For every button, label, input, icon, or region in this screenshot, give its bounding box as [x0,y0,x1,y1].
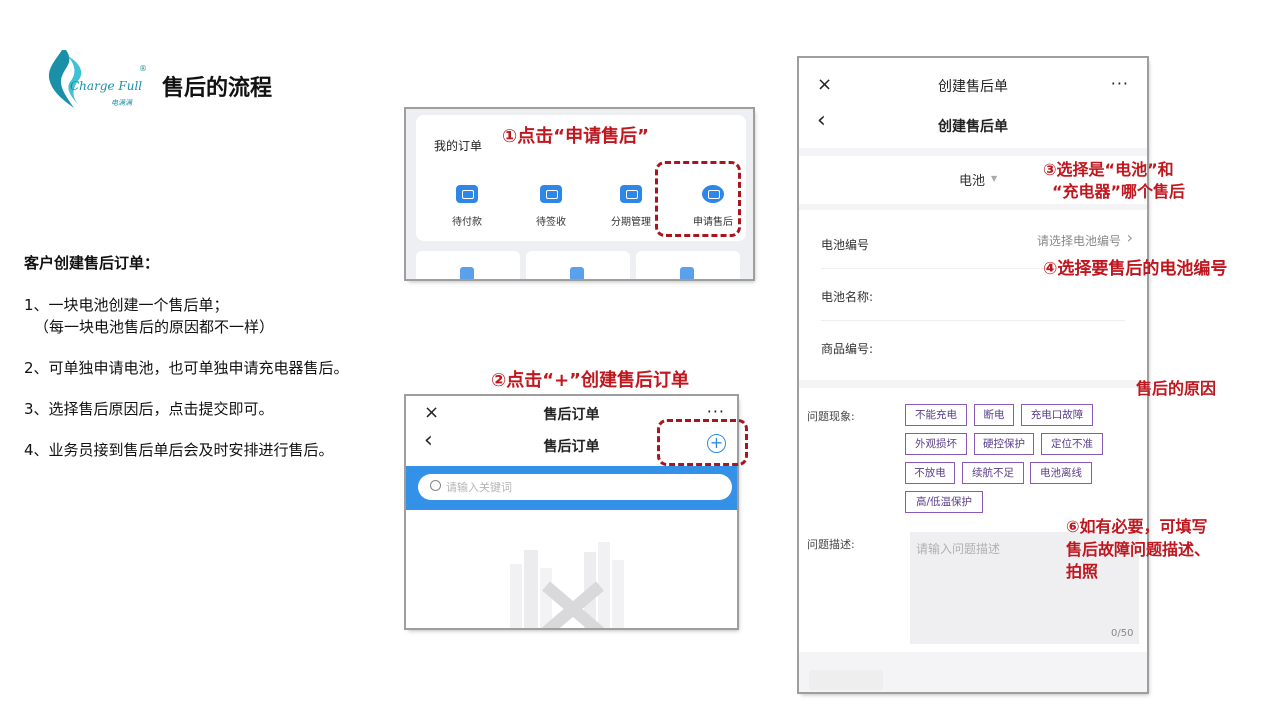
submit-button[interactable] [809,670,883,690]
menu-card [636,251,740,279]
type-selector-value[interactable]: 电池 [959,170,985,189]
form-title: 创建售后单 [938,119,1008,135]
document-icon [460,267,474,279]
annotation-step-3: “充电器”哪个售后 [1052,182,1186,201]
top-title: 创建售后单 [938,79,1008,95]
logo-registered: ® [139,64,147,73]
description-label: 问题描述: [807,538,855,551]
intro-step: 1、一块电池创建一个售后单； [24,296,229,314]
annotation-step-4: ④选择要售后的电池编号 [1043,259,1228,279]
issue-tag[interactable]: 续航不足 [962,462,1024,484]
annotation-step-6: 拍照 [1066,562,1099,581]
battery-number-label: 电池编号 [821,238,870,252]
issue-tag[interactable]: 不能充电 [905,404,967,426]
issue-tag[interactable]: 高/低温保护 [905,491,983,513]
box-icon [540,185,562,203]
chevron-down-icon[interactable]: ▼ [991,174,997,183]
issue-tag[interactable]: 定位不准 [1041,433,1103,455]
logo-text: Charge Full [70,79,143,93]
char-count: 0/50 [1111,628,1134,639]
issue-tag[interactable]: 硬控保护 [974,433,1034,455]
issue-tag[interactable]: 电池离线 [1030,462,1092,484]
calendar-icon [620,185,642,203]
issue-tag[interactable]: 外观损坏 [905,433,967,455]
user-icon [680,267,694,279]
search-bar [406,466,737,510]
highlight-apply-after-sales [655,161,741,237]
issue-tag[interactable]: 充电口故障 [1021,404,1093,426]
search-box[interactable] [418,474,732,500]
empty-state-icon [510,542,624,628]
menu-card [526,251,630,279]
battery-info-section: 电池编号 请选择电池编号 › 电池名称: 商品编号: [799,210,1147,380]
annotation-step-5: 售后的原因 [1136,379,1217,398]
intro-step: 2、可单独申请电池，也可单独申请充电器售后。 [24,359,349,377]
create-after-sales-screenshot: × 创建售后单 ··· ‹ 创建售后单 电池 ▼ 电池编号 请选择电池编号 › … [799,58,1147,692]
order-pending-receipt[interactable]: 待签收 [516,213,586,228]
intro-step: 4、业务员接到售后单后会及时安排进行售后。 [24,441,334,459]
highlight-add-button [657,419,748,466]
logo-subtext: 电满满 [111,99,132,107]
wallet-icon [456,185,478,203]
annotation-step-3: ③选择是“电池”和 [1043,160,1174,179]
annotation-step-6: 售后故障问题描述、 [1066,540,1211,559]
page-title: 售后的流程 [162,76,273,101]
battery-name-label: 电池名称: [821,290,874,304]
chevron-right-icon[interactable]: › [1127,228,1133,247]
search-icon [430,480,441,491]
issue-tag[interactable]: 不放电 [905,462,955,484]
issue-tag[interactable]: 断电 [974,404,1014,426]
my-orders-title: 我的订单 [434,139,483,153]
intro-step-note: （每一块电池售后的原因都不一样） [34,318,275,336]
annotation-step-2: ②点击“+”创建售后订单 [491,370,689,391]
product-number-label: 商品编号: [821,342,874,356]
search-input[interactable] [446,477,716,497]
annotation-step-6: ⑥如有必要，可填写 [1066,517,1208,536]
logo-mark-icon [48,50,82,108]
issue-label: 问题现象: [807,410,855,423]
intro-subtitle: 客户创建售后订单： [24,254,160,272]
intro-step: 3、选择售后原因后，点击提交即可。 [24,400,274,418]
menu-card [416,251,520,279]
brand-logo: ® Charge Full 电满满 [44,46,154,110]
battery-number-select[interactable]: 请选择电池编号 [1037,232,1121,249]
battery-icon [570,267,584,279]
row-divider [821,320,1125,321]
more-icon[interactable]: ··· [1111,74,1129,93]
order-pending-payment[interactable]: 待付款 [432,213,502,228]
intro-text: 客户创建售后订单： 1、一块电池创建一个售后单； （每一块电池售后的原因都不一样… [24,252,414,480]
annotation-step-1: ①点击“申请售后” [502,126,649,147]
form-header: × 创建售后单 ··· ‹ 创建售后单 [799,58,1147,148]
